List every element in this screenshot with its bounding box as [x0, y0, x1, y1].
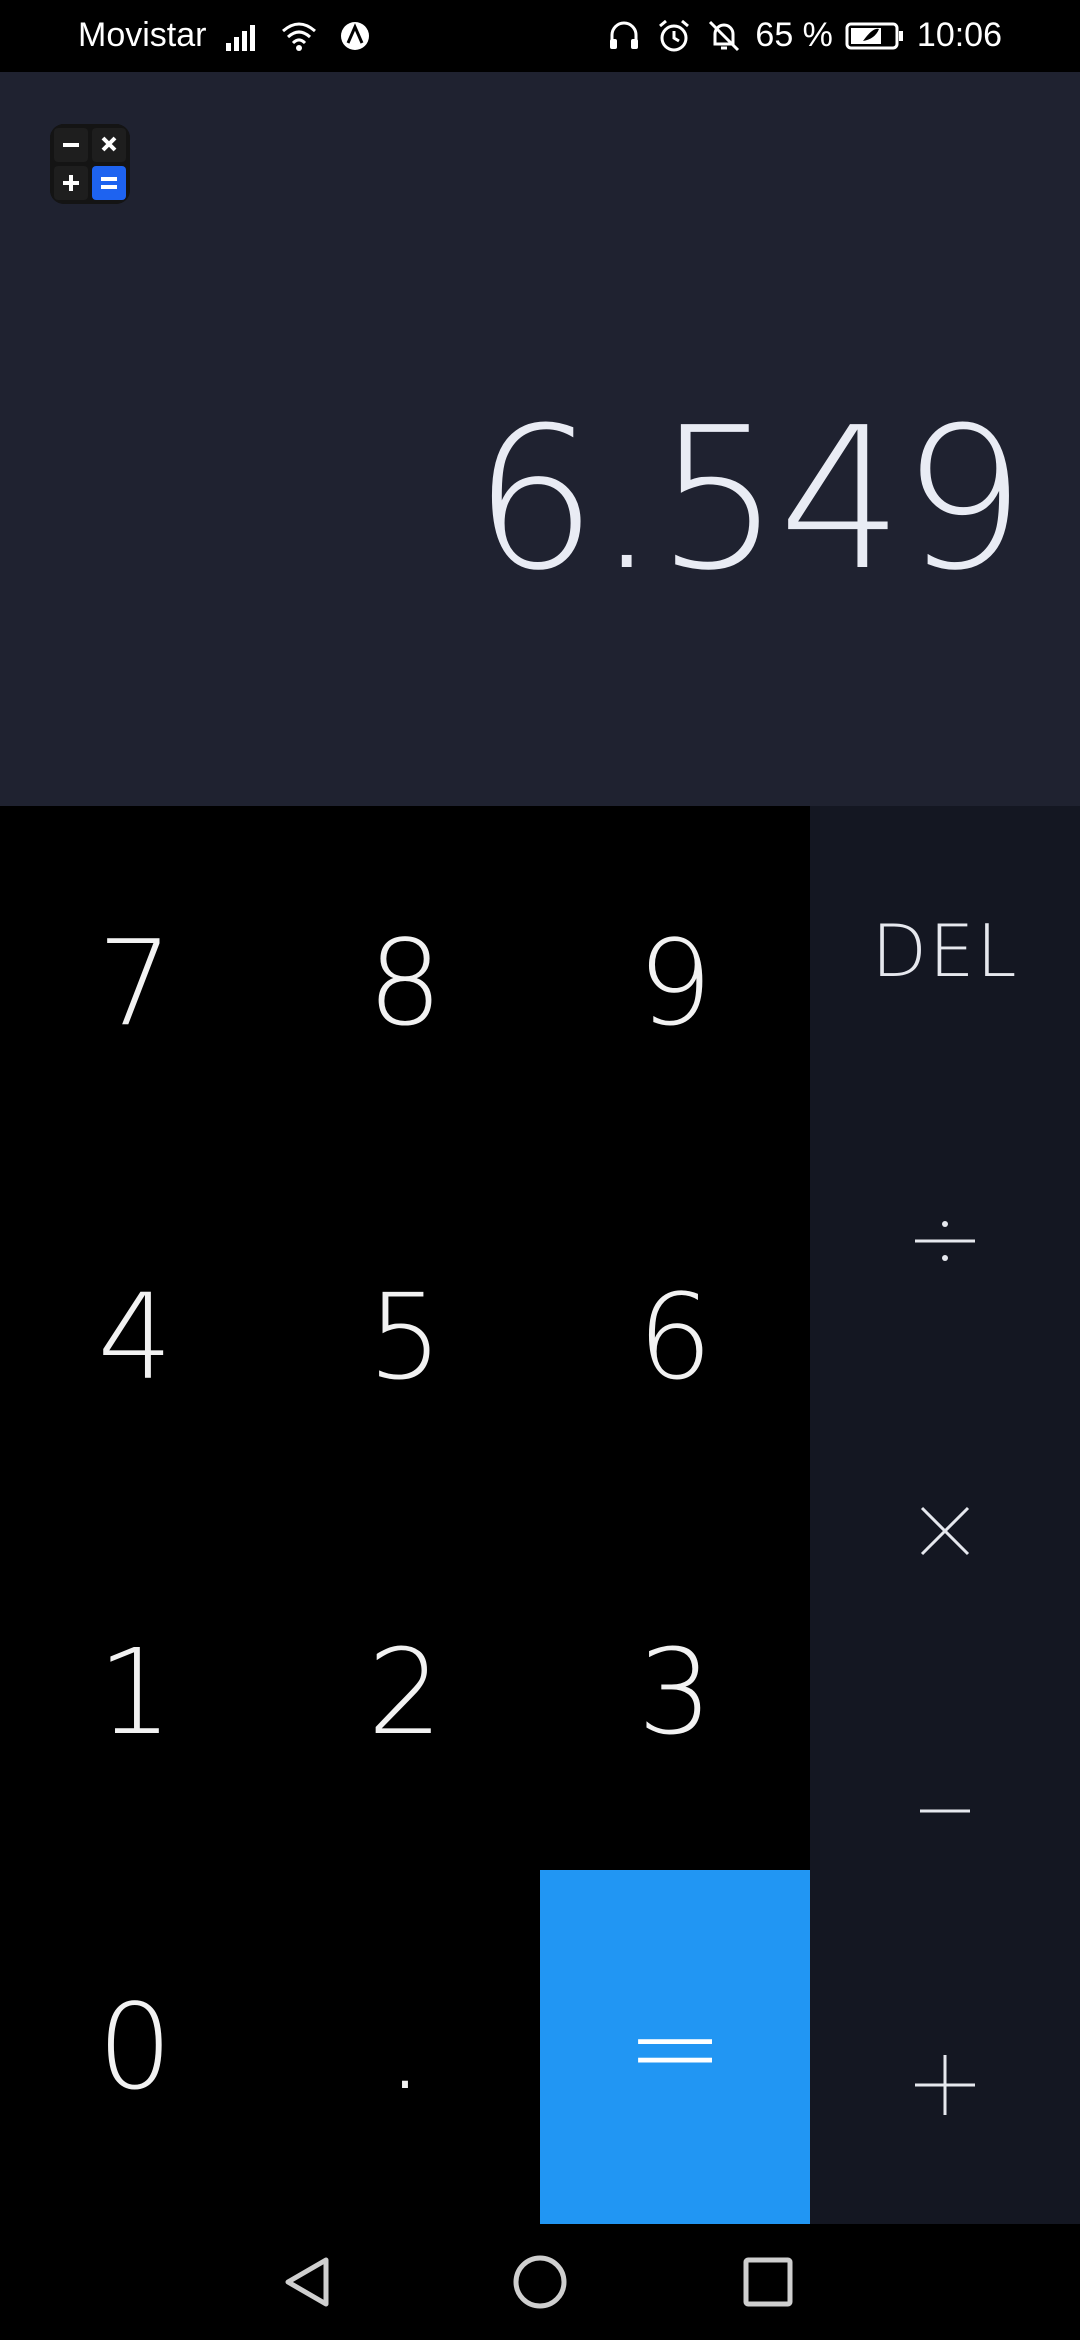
key-8[interactable]: 8: [270, 806, 540, 1160]
key-7[interactable]: 7: [0, 806, 270, 1160]
key-9[interactable]: 9: [540, 806, 810, 1160]
numeric-keypad: 7 8 9 4 5 6 1 2 3 0 . =: [0, 806, 810, 2224]
app-logo-icon[interactable]: [50, 124, 130, 204]
multiply-button[interactable]: [810, 1386, 1080, 1676]
wifi-icon: [280, 17, 318, 55]
alarm-icon: [655, 17, 693, 55]
display-panel: 6.549: [0, 72, 1080, 806]
carrier-name: Movistar: [78, 16, 207, 54]
key-3[interactable]: 3: [540, 1514, 810, 1870]
equals-button[interactable]: =: [540, 1870, 810, 2224]
home-icon[interactable]: [510, 2252, 570, 2312]
signal-icon: [224, 17, 262, 55]
divide-button[interactable]: [810, 1096, 1080, 1386]
multiply-icon: [920, 1506, 970, 1556]
status-right: 65 % 10:06: [605, 16, 1002, 55]
vpn-icon: [336, 17, 374, 55]
navigation-bar: [0, 2224, 1080, 2340]
battery-icon: [845, 17, 905, 55]
key-decimal[interactable]: .: [270, 1870, 540, 2224]
status-bar: Movistar 65 % 10:06: [0, 0, 1080, 72]
key-2[interactable]: 2: [270, 1514, 540, 1870]
operator-panel: DEL: [810, 806, 1080, 2224]
status-left: Movistar: [78, 16, 374, 55]
key-5[interactable]: 5: [270, 1160, 540, 1514]
clock: 10:06: [916, 16, 1002, 54]
subtract-button[interactable]: [810, 1676, 1080, 1946]
key-4[interactable]: 4: [0, 1160, 270, 1514]
back-icon[interactable]: [278, 2252, 338, 2312]
bell-off-icon: [705, 17, 743, 55]
key-0[interactable]: 0: [0, 1870, 270, 2224]
result-display: 6.549: [472, 386, 1026, 614]
key-6[interactable]: 6: [540, 1160, 810, 1514]
headphones-icon: [605, 17, 643, 55]
add-button[interactable]: [810, 1946, 1080, 2224]
divide-icon: [915, 1221, 975, 1261]
delete-button[interactable]: DEL: [810, 806, 1080, 1096]
recents-icon[interactable]: [738, 2252, 798, 2312]
minus-icon: [920, 1809, 970, 1813]
battery-percent: 65 %: [755, 16, 833, 54]
plus-icon: [915, 2055, 975, 2115]
key-1[interactable]: 1: [0, 1514, 270, 1870]
